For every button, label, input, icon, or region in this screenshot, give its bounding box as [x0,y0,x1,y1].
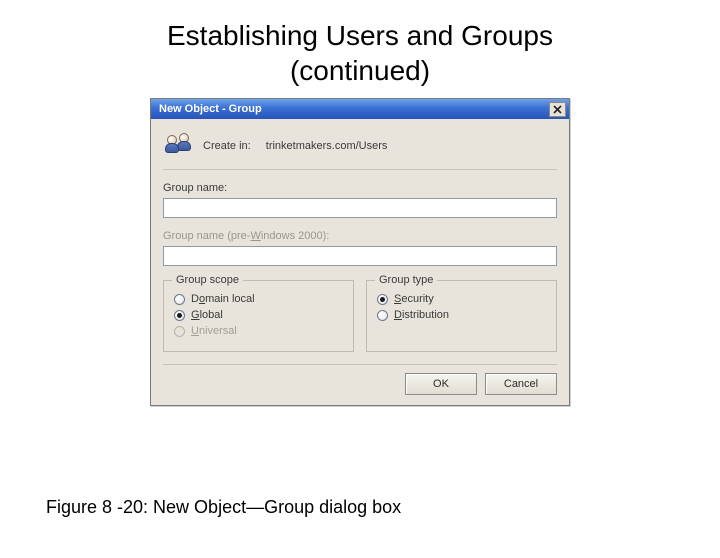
pre-windows-2000-label: Group name (pre-Windows 2000): [163,230,557,242]
radio-label: Distribution [394,309,449,321]
scope-universal-radio: Universal [174,325,343,337]
group-scope-fieldset: Group scope Domain local Global Universa… [163,280,354,352]
scope-global-radio[interactable]: Global [174,309,343,321]
group-type-legend: Group type [375,274,437,286]
group-type-fieldset: Group type Security Distribution [366,280,557,352]
new-object-group-dialog: New Object - Group Create in: trinketmak… [150,98,570,406]
slide-title-line1: Establishing Users and Groups [167,20,553,51]
group-name-input[interactable] [163,198,557,218]
scope-domain-local-radio[interactable]: Domain local [174,293,343,305]
radio-label: Domain local [191,293,255,305]
slide-title: Establishing Users and Groups (continued… [0,18,720,88]
ok-button[interactable]: OK [405,373,477,395]
radio-label: Global [191,309,223,321]
close-icon[interactable] [549,102,566,117]
type-distribution-radio[interactable]: Distribution [377,309,546,321]
radio-label: Security [394,293,434,305]
group-icon [165,133,193,159]
radio-icon [377,310,388,321]
cancel-button[interactable]: Cancel [485,373,557,395]
slide-title-line2: (continued) [290,55,430,86]
radio-icon [174,326,185,337]
radio-icon [174,294,185,305]
create-in-row: Create in: trinketmakers.com/Users [203,140,387,152]
dialog-title: New Object - Group [159,103,262,115]
figure-caption: Figure 8 -20: New Object—Group dialog bo… [46,497,401,518]
type-security-radio[interactable]: Security [377,293,546,305]
group-name-label: Group name: [163,182,557,194]
radio-icon [174,310,185,321]
dialog-titlebar[interactable]: New Object - Group [151,99,569,119]
radio-icon [377,294,388,305]
create-in-label: Create in: [203,140,251,152]
create-in-path: trinketmakers.com/Users [266,140,388,152]
radio-label: Universal [191,325,237,337]
pre-windows-2000-input[interactable] [163,246,557,266]
group-scope-legend: Group scope [172,274,243,286]
